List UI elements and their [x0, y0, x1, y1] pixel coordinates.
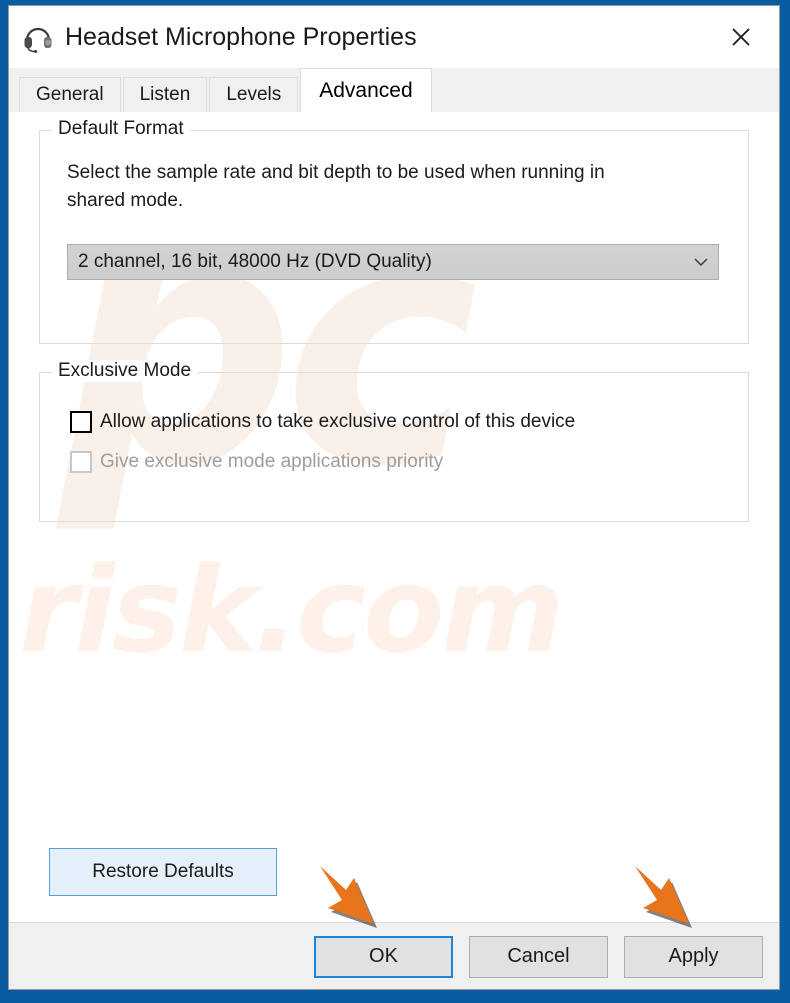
default-format-dropdown[interactable]: 2 channel, 16 bit, 48000 Hz (DVD Quality… — [67, 244, 719, 281]
checkbox-allow-exclusive-control[interactable]: Allow applications to take exclusive con… — [70, 411, 726, 433]
cancel-button[interactable]: Cancel — [469, 935, 608, 978]
tab-panel-advanced: Default Format Select the sample rate an… — [9, 111, 779, 922]
default-format-legend: Default Format — [52, 118, 190, 140]
tab-levels[interactable]: Levels — [209, 77, 299, 112]
title-bar: Headset Microphone Properties — [9, 6, 779, 68]
tab-general[interactable]: General — [19, 77, 121, 112]
checkbox-label: Give exclusive mode applications priorit… — [100, 451, 444, 472]
close-button[interactable] — [713, 14, 769, 60]
chevron-down-icon — [692, 253, 710, 271]
ok-button[interactable]: OK — [314, 935, 453, 978]
default-format-selected-value: 2 channel, 16 bit, 48000 Hz (DVD Quality… — [78, 251, 432, 273]
tab-advanced[interactable]: Advanced — [300, 68, 432, 112]
tab-listen[interactable]: Listen — [122, 77, 208, 112]
headset-icon — [24, 27, 52, 53]
properties-dialog: pc risk.com Headset Microphone Propertie… — [8, 5, 780, 990]
default-format-description: Select the sample rate and bit depth to … — [67, 162, 605, 211]
tab-strip: General Listen Levels Advanced — [9, 68, 779, 112]
exclusive-mode-legend: Exclusive Mode — [52, 360, 198, 382]
close-icon — [732, 28, 750, 46]
exclusive-mode-group: Exclusive Mode Allow applications to tak… — [39, 360, 749, 522]
restore-defaults-button[interactable]: Restore Defaults — [49, 848, 277, 896]
checkbox-box — [70, 411, 92, 433]
checkbox-exclusive-priority: Give exclusive mode applications priorit… — [70, 451, 726, 473]
window-title: Headset Microphone Properties — [65, 22, 417, 51]
checkbox-box — [70, 451, 92, 473]
apply-button[interactable]: Apply — [624, 935, 763, 978]
checkbox-label: Allow applications to take exclusive con… — [100, 411, 576, 432]
default-format-group: Default Format Select the sample rate an… — [39, 118, 749, 344]
dialog-footer: OK Cancel Apply — [9, 922, 779, 989]
